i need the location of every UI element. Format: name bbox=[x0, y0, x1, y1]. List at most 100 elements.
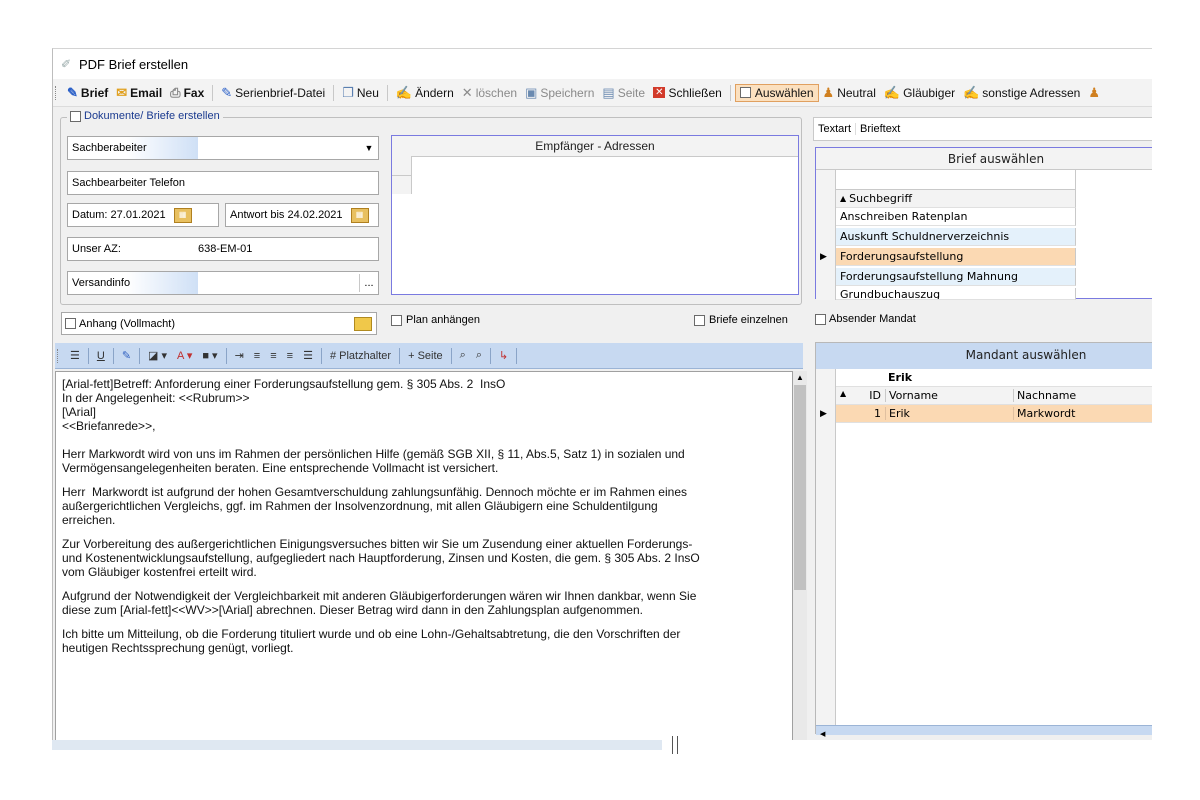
fax-button[interactable]: ⎙ Fax bbox=[166, 85, 208, 101]
list-item[interactable]: Grundbuchauszug bbox=[836, 288, 1076, 300]
find-icon[interactable]: ⌕ bbox=[455, 349, 471, 362]
row-header bbox=[392, 176, 412, 194]
toolbar-grip[interactable] bbox=[55, 85, 59, 100]
mandant-column-headers: ▲ ID Vorname Nachname bbox=[836, 387, 1152, 405]
indent-icon[interactable]: ⇥ bbox=[230, 349, 249, 362]
neu-label: Neu bbox=[356, 85, 379, 100]
align-center-icon[interactable]: ≡ bbox=[265, 350, 281, 362]
brief-button[interactable]: ✎ Brief bbox=[63, 85, 112, 101]
versandinfo-browse-button[interactable]: ... bbox=[359, 274, 378, 292]
anhang-field[interactable]: Anhang (Vollmacht) bbox=[61, 312, 377, 335]
tab-textart[interactable]: Textart bbox=[814, 123, 857, 135]
fax-label: Fax bbox=[183, 85, 205, 100]
platzhalter-button[interactable]: # Platzhalter bbox=[325, 350, 396, 362]
highlight-icon[interactable]: ✎ bbox=[117, 349, 136, 362]
auswaehlen-button[interactable]: Auswählen bbox=[734, 83, 819, 102]
cell-nachname: Markwordt bbox=[1017, 407, 1076, 420]
col-id[interactable]: ▲ ID bbox=[836, 389, 886, 402]
plan-anhaengen-option[interactable]: Plan anhängen bbox=[391, 314, 480, 326]
folder-icon[interactable] bbox=[354, 316, 372, 331]
row-selector-column bbox=[816, 170, 836, 300]
tab-brieftext[interactable]: Brieftext bbox=[856, 123, 904, 135]
text-color-icon[interactable]: ◪ ▾ bbox=[143, 349, 172, 362]
list-icon[interactable]: ☰ bbox=[65, 349, 85, 362]
underline-icon[interactable]: U bbox=[92, 350, 110, 362]
brief-header: Brief auswählen bbox=[816, 148, 1152, 170]
mandant-filter-row[interactable]: Erik bbox=[836, 369, 1152, 387]
close-icon: ✕ bbox=[653, 87, 666, 98]
aendern-button[interactable]: ✍ Ändern bbox=[392, 85, 458, 101]
editor-scrollbar[interactable]: ▲ bbox=[793, 371, 807, 740]
list-item-selected[interactable]: Forderungsaufstellung bbox=[836, 248, 1076, 266]
calendar-icon[interactable]: ▦ bbox=[350, 207, 369, 223]
speichern-label: Speichern bbox=[540, 85, 595, 100]
font-color-icon[interactable]: A ▾ bbox=[172, 349, 197, 362]
letter-text-editor[interactable]: [Arial-fett]Betreff: Anforderung einer F… bbox=[55, 371, 793, 740]
einzeln-label: Briefe einzelnen bbox=[709, 314, 788, 326]
einzeln-checkbox[interactable] bbox=[694, 314, 705, 326]
glaeubiger-label: Gläubiger bbox=[903, 85, 956, 100]
absender-label: Absender Mandat bbox=[829, 313, 916, 325]
replace-icon[interactable]: ⌕ bbox=[471, 349, 487, 362]
antwort-field[interactable]: Antwort bis 24.02.2021 ▦ bbox=[225, 203, 379, 227]
scrollbar-thumb[interactable] bbox=[794, 385, 806, 590]
plan-checkbox[interactable] bbox=[391, 314, 402, 326]
mandant-grid[interactable]: Mandant auswählen Erik ▲ ID Vorname Nachn… bbox=[815, 342, 1152, 738]
absender-mandat-option[interactable]: Absender Mandat bbox=[815, 313, 916, 325]
toolbar-separator bbox=[212, 84, 214, 101]
speichern-button[interactable]: ▣ Speichern bbox=[521, 85, 598, 101]
justify-icon[interactable]: ☰ bbox=[298, 349, 318, 362]
scroll-up-icon[interactable]: ▲ bbox=[793, 371, 807, 385]
editor-line: [Arial-fett]Betreff: Anforderung einer F… bbox=[62, 377, 506, 391]
toolbar-grip[interactable] bbox=[57, 348, 61, 363]
anhang-checkbox[interactable] bbox=[65, 318, 76, 329]
insert-arrow-icon[interactable]: ↳ bbox=[494, 349, 513, 362]
table-row[interactable]: 1 Erik Markwordt bbox=[836, 405, 1152, 423]
brief-grid[interactable]: Brief auswählen ▲ Suchbegriff Anschreiben… bbox=[815, 147, 1152, 300]
align-right-icon[interactable]: ≡ bbox=[282, 350, 298, 362]
align-left-icon[interactable]: ≡ bbox=[249, 350, 265, 362]
neu-button[interactable]: ❐ Neu bbox=[338, 85, 383, 101]
dokumente-checkbox[interactable]: Dokumente/ Briefe erstellen bbox=[67, 110, 223, 122]
brief-column-header[interactable]: ▲ Suchbegriff bbox=[836, 190, 1076, 208]
checkbox-box[interactable] bbox=[70, 110, 81, 122]
person-button[interactable]: ♟ bbox=[1084, 85, 1107, 101]
scroll-left-icon[interactable]: ◀ bbox=[816, 730, 825, 738]
empfaenger-grid[interactable]: Empfänger - Adressen bbox=[391, 135, 799, 295]
toolbar-separator bbox=[729, 84, 731, 101]
seite-add-button[interactable]: + Seite bbox=[403, 350, 448, 362]
sachbearbeiter-select[interactable]: Sachberabeiter ▼ bbox=[67, 136, 379, 160]
briefe-einzeln-option[interactable]: Briefe einzelnen bbox=[694, 314, 788, 326]
list-item[interactable]: Auskunft Schuldnerverzeichnis bbox=[836, 228, 1076, 246]
neutral-button[interactable]: ♟ Neutral bbox=[819, 85, 880, 101]
aktenzeichen-field[interactable]: Unser AZ: 638-EM-01 bbox=[67, 237, 379, 261]
datum-value: 27.01.2021 bbox=[110, 209, 166, 221]
antwort-value: 24.02.2021 bbox=[287, 209, 343, 221]
list-item[interactable]: Forderungsaufstellung Mahnung bbox=[836, 268, 1076, 286]
glaeubiger-button[interactable]: ✍ Gläubiger bbox=[880, 85, 959, 101]
absender-checkbox[interactable] bbox=[815, 313, 826, 325]
serienbrief-button[interactable]: ✎ Serienbrief-Datei bbox=[217, 85, 329, 101]
list-item[interactable]: Anschreiben Ratenplan bbox=[836, 208, 1076, 226]
window-title: PDF Brief erstellen bbox=[79, 56, 189, 72]
chevron-down-icon[interactable]: ▼ bbox=[360, 143, 378, 153]
seite-button[interactable]: ▤ Seite bbox=[598, 85, 649, 101]
loeschen-button[interactable]: ✕ löschen bbox=[458, 85, 521, 101]
az-value: 638-EM-01 bbox=[198, 243, 253, 255]
datum-field[interactable]: Datum: 27.01.2021 ▦ bbox=[67, 203, 219, 227]
mandant-horizontal-scrollbar[interactable]: ◀ bbox=[816, 725, 1152, 738]
col-vorname[interactable]: Vorname bbox=[886, 389, 1014, 402]
anhang-label: Anhang (Vollmacht) bbox=[79, 317, 175, 330]
edit-icon: ✍ bbox=[883, 84, 901, 100]
schliessen-button[interactable]: ✕ Schließen bbox=[649, 86, 726, 100]
brief-column-label: Suchbegriff bbox=[849, 192, 913, 205]
telefon-field[interactable]: Sachbearbeiter Telefon bbox=[67, 171, 379, 195]
col-nachname[interactable]: Nachname bbox=[1014, 389, 1076, 402]
email-button[interactable]: ✉ Email bbox=[112, 85, 166, 101]
sonstige-adressen-button[interactable]: ✍ sonstige Adressen bbox=[959, 85, 1084, 101]
brief-filter-cell[interactable] bbox=[836, 170, 1076, 190]
calendar-icon[interactable]: ▦ bbox=[173, 207, 192, 223]
versandinfo-field[interactable]: Versandinfo ... bbox=[67, 271, 379, 295]
color-swatch-icon[interactable]: ■ ▾ bbox=[197, 349, 222, 362]
serienbrief-label: Serienbrief-Datei bbox=[235, 85, 326, 100]
